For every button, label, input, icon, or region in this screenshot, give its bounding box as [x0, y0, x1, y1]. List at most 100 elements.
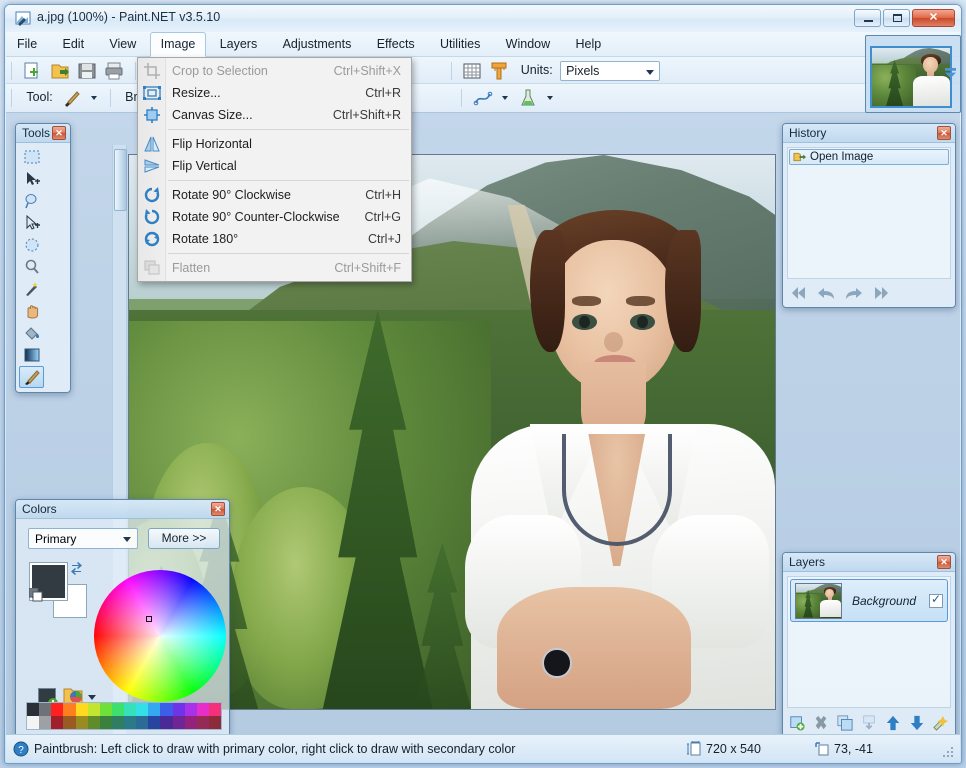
- move-layer-down-icon[interactable]: [909, 714, 925, 732]
- palette-swatch[interactable]: [172, 703, 185, 716]
- palette-swatch[interactable]: [99, 716, 112, 729]
- gradient-tool[interactable]: [19, 344, 44, 366]
- redo-icon[interactable]: [845, 285, 863, 301]
- palette-swatch[interactable]: [124, 703, 137, 716]
- palette-dropdown-arrow[interactable]: [88, 695, 96, 700]
- menu-image[interactable]: Image: [149, 32, 207, 57]
- duplicate-layer-icon[interactable]: [837, 714, 853, 732]
- tools-panel-header[interactable]: Tools ✕: [16, 124, 70, 143]
- chevron-down-icon[interactable]: [944, 68, 957, 79]
- history-panel-header[interactable]: History ✕: [783, 124, 955, 143]
- ellipse-select-tool[interactable]: [19, 234, 44, 256]
- menu-item-flip-horizontal[interactable]: Flip Horizontal: [138, 133, 411, 155]
- palette-swatch[interactable]: [196, 703, 209, 716]
- colors-panel-header[interactable]: Colors ✕: [16, 500, 229, 519]
- paint-bucket-tool[interactable]: [19, 322, 44, 344]
- palette-swatch[interactable]: [27, 716, 40, 729]
- palette-swatch[interactable]: [160, 716, 173, 729]
- move-layer-up-icon[interactable]: [885, 714, 901, 732]
- layer-properties-icon[interactable]: [933, 714, 949, 732]
- lasso-select-tool[interactable]: [19, 190, 44, 212]
- menu-item-flatten[interactable]: Flatten Ctrl+Shift+F: [138, 257, 411, 279]
- history-list[interactable]: Open Image: [787, 147, 951, 279]
- pan-tool[interactable]: [19, 300, 44, 322]
- antialias-dropdown-arrow[interactable]: [546, 95, 553, 100]
- menu-view[interactable]: View: [98, 32, 147, 56]
- curve-icon[interactable]: [472, 87, 494, 109]
- menu-layers[interactable]: Layers: [209, 32, 269, 56]
- ruler-icon[interactable]: [488, 60, 510, 82]
- palette-swatch[interactable]: [51, 703, 64, 716]
- new-icon[interactable]: [21, 60, 43, 82]
- palette-swatch[interactable]: [99, 703, 112, 716]
- palette-swatch[interactable]: [184, 716, 197, 729]
- close-button[interactable]: ✕: [912, 9, 955, 27]
- merge-layer-down-icon[interactable]: [861, 714, 877, 732]
- menu-adjustments[interactable]: Adjustments: [272, 32, 363, 56]
- eraser-tool[interactable]: [19, 388, 44, 392]
- palette-swatch[interactable]: [27, 703, 40, 716]
- palette-swatch[interactable]: [51, 716, 64, 729]
- menu-window[interactable]: Window: [495, 32, 561, 56]
- layers-panel-header[interactable]: Layers ✕: [783, 553, 955, 572]
- layers-list[interactable]: Background: [787, 576, 951, 708]
- menu-utilities[interactable]: Utilities: [429, 32, 491, 56]
- color-palette[interactable]: [26, 702, 222, 730]
- palette-swatch[interactable]: [75, 703, 88, 716]
- menu-item-resize[interactable]: Resize... Ctrl+R: [138, 82, 411, 104]
- scrollbar-thumb[interactable]: [114, 149, 127, 211]
- undo-icon[interactable]: [817, 285, 835, 301]
- rectangle-select-tool[interactable]: [19, 146, 44, 168]
- history-panel-close-icon[interactable]: ✕: [937, 126, 951, 140]
- antialiasing-icon[interactable]: [517, 87, 539, 109]
- palette-swatch[interactable]: [75, 716, 88, 729]
- menu-help[interactable]: Help: [564, 32, 612, 56]
- print-icon[interactable]: [103, 60, 125, 82]
- swap-colors-icon[interactable]: [70, 562, 83, 575]
- palette-swatch[interactable]: [111, 703, 124, 716]
- palette-swatch[interactable]: [148, 703, 161, 716]
- palette-swatch[interactable]: [87, 703, 100, 716]
- menu-item-rotate-90-cw[interactable]: Rotate 90° Clockwise Ctrl+H: [138, 184, 411, 206]
- delete-layer-icon[interactable]: [813, 714, 829, 732]
- menu-file[interactable]: File: [6, 32, 48, 56]
- palette-swatch[interactable]: [196, 716, 209, 729]
- resize-grip-icon[interactable]: [943, 747, 955, 759]
- title-bar[interactable]: a.jpg (100%) - Paint.NET v3.5.10 ✕: [5, 5, 961, 32]
- menu-effects[interactable]: Effects: [366, 32, 426, 56]
- magic-wand-tool[interactable]: [19, 278, 44, 300]
- color-target-combo[interactable]: Primary: [28, 528, 138, 549]
- maximize-button[interactable]: [883, 9, 910, 27]
- save-icon[interactable]: [76, 60, 98, 82]
- palette-swatch[interactable]: [148, 716, 161, 729]
- fast-forward-icon[interactable]: [873, 285, 891, 301]
- palette-swatch[interactable]: [124, 716, 137, 729]
- palette-swatch[interactable]: [208, 703, 221, 716]
- menu-item-rotate-90-ccw[interactable]: Rotate 90° Counter-Clockwise Ctrl+G: [138, 206, 411, 228]
- palette-swatch[interactable]: [136, 703, 149, 716]
- layers-panel-close-icon[interactable]: ✕: [937, 555, 951, 569]
- layer-visibility-checkbox[interactable]: [929, 592, 943, 608]
- palette-swatch[interactable]: [111, 716, 124, 729]
- menu-edit[interactable]: Edit: [52, 32, 96, 56]
- palette-swatch[interactable]: [160, 703, 173, 716]
- menu-item-canvas-size[interactable]: Canvas Size... Ctrl+Shift+R: [138, 104, 411, 126]
- palette-swatch[interactable]: [172, 716, 185, 729]
- more-button[interactable]: More >>: [148, 528, 220, 549]
- paintbrush-tool[interactable]: [19, 366, 44, 388]
- minimize-button[interactable]: [854, 9, 881, 27]
- image-thumbnail[interactable]: [870, 46, 952, 108]
- paintbrush-icon[interactable]: [61, 87, 83, 109]
- history-item[interactable]: Open Image: [789, 149, 949, 165]
- palette-swatch[interactable]: [136, 716, 149, 729]
- curve-dropdown-arrow[interactable]: [502, 95, 509, 100]
- zoom-tool[interactable]: [19, 256, 44, 278]
- image-list-strip[interactable]: [865, 35, 961, 113]
- colors-panel-close-icon[interactable]: ✕: [211, 502, 225, 516]
- tool-dropdown-arrow[interactable]: [91, 95, 98, 100]
- grid-icon[interactable]: [461, 60, 483, 82]
- palette-swatch[interactable]: [208, 716, 221, 729]
- units-combo[interactable]: Pixels: [560, 60, 661, 81]
- palette-swatch[interactable]: [63, 703, 76, 716]
- layer-row[interactable]: Background: [790, 579, 948, 622]
